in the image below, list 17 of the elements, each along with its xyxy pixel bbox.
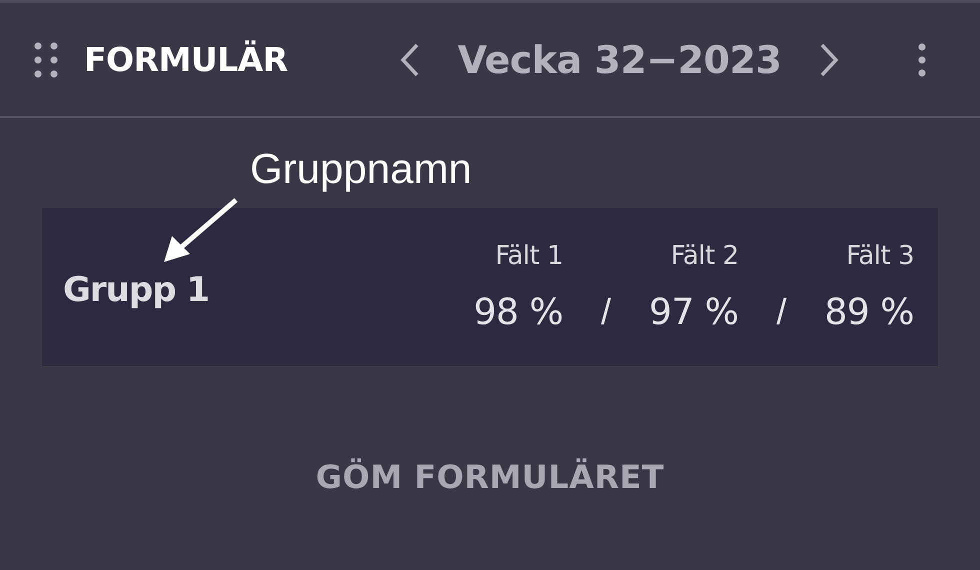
separator-slash: /: [776, 291, 788, 333]
week-label: Vecka 32−2023: [458, 38, 782, 82]
panel-title: FORMULÄR: [84, 40, 288, 79]
group-name: Grupp 1: [63, 270, 210, 310]
drag-handle-icon[interactable]: [34, 42, 58, 78]
field-percentage: 89 %: [824, 292, 914, 332]
field-percentage: 98 %: [474, 292, 564, 332]
annotation-label: Gruppnamn: [249, 144, 473, 194]
more-options-icon[interactable]: [918, 42, 926, 76]
next-chevron-icon[interactable]: [819, 42, 840, 76]
separator-slash: /: [600, 291, 612, 333]
previous-chevron-icon[interactable]: [400, 42, 420, 76]
hide-form-button[interactable]: GÖM FORMULÄRET: [300, 450, 680, 504]
field-label: Fält 3: [845, 241, 914, 271]
field-percentage: 97 %: [649, 292, 739, 332]
field-label: Fält 2: [670, 241, 739, 271]
field-label: Fält 1: [494, 241, 564, 271]
